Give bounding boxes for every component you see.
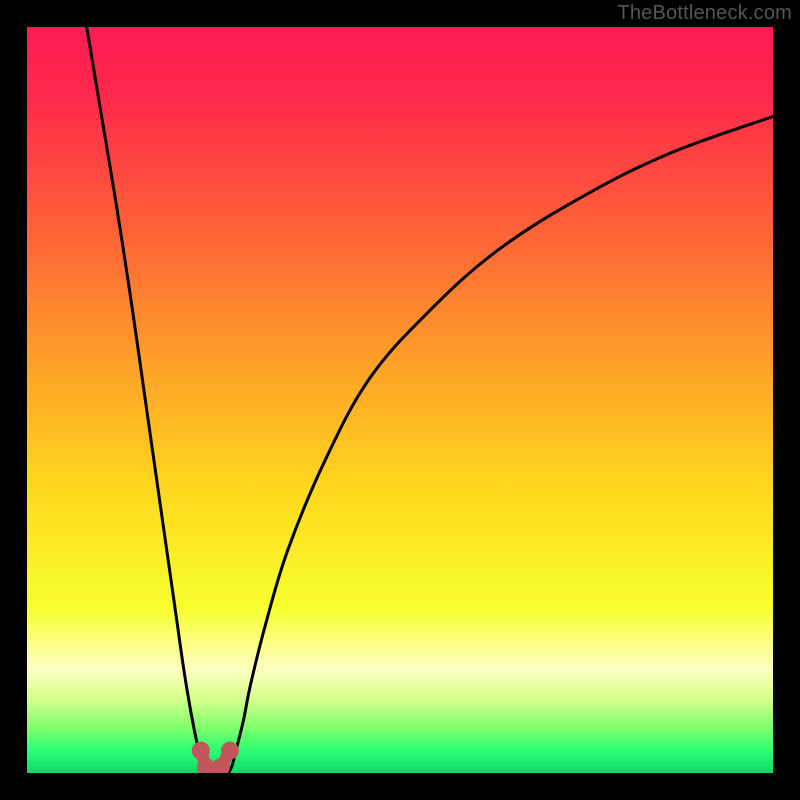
chart-plot: [27, 27, 773, 773]
watermark-text: TheBottleneck.com: [617, 2, 792, 25]
plot-background: [27, 27, 773, 773]
marker-dot: [192, 742, 210, 760]
marker-dot: [221, 742, 239, 760]
outer-frame: TheBottleneck.com: [0, 0, 800, 800]
